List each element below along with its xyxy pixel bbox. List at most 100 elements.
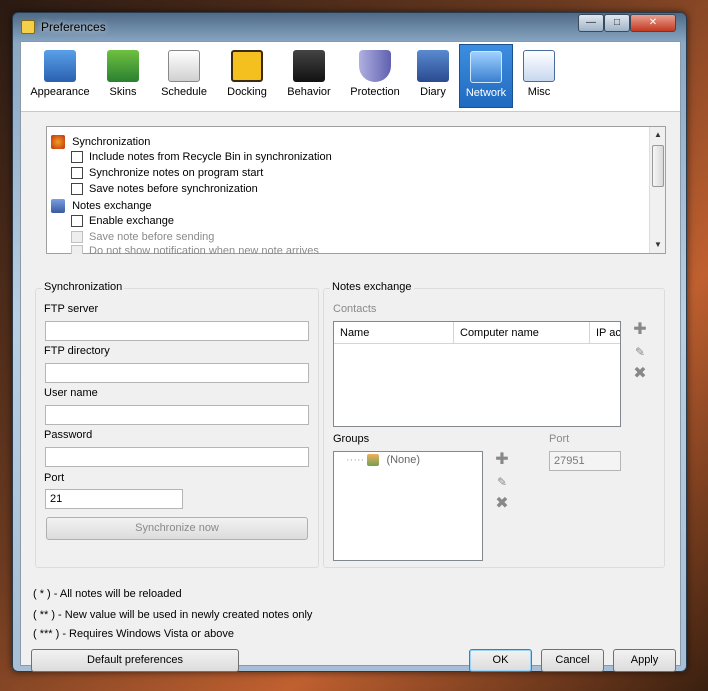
- panel-title: Synchronization: [42, 281, 125, 293]
- scroll-thumb[interactable]: [652, 145, 664, 187]
- titlebar[interactable]: Preferences — □ ✕: [13, 13, 686, 41]
- option-label: Include notes from Recycle Bin in synchr…: [89, 151, 332, 163]
- option-include-recycle-bin[interactable]: Include notes from Recycle Bin in synchr…: [71, 151, 332, 167]
- group-label: Synchronization: [72, 135, 151, 148]
- protection-icon: [359, 50, 391, 82]
- add-group-icon[interactable]: ✚: [493, 451, 511, 469]
- password-input[interactable]: [45, 447, 309, 467]
- window-title: Preferences: [41, 20, 106, 34]
- contacts-header: Name Computer name IP ac: [334, 322, 620, 344]
- appearance-icon: [44, 50, 76, 82]
- footnote-new-notes: ( ** ) - New value will be used in newly…: [33, 609, 313, 621]
- tab-diary[interactable]: Diary: [413, 44, 453, 108]
- tab-label: Behavior: [287, 86, 331, 98]
- checkbox[interactable]: [71, 183, 83, 196]
- app-note-icon: [21, 20, 35, 34]
- exchange-port-label: Port: [549, 433, 570, 445]
- close-button[interactable]: ✕: [630, 14, 676, 32]
- group-synchronization: Synchronization: [51, 135, 150, 151]
- tree-connector: ·····: [346, 454, 365, 466]
- column-ip-address[interactable]: IP ac: [590, 322, 620, 344]
- tab-label: Network: [465, 87, 507, 99]
- tab-skins[interactable]: Skins: [97, 44, 149, 108]
- column-name[interactable]: Name: [334, 322, 454, 344]
- checkbox[interactable]: [71, 215, 83, 228]
- ftp-directory-label: FTP directory: [44, 345, 110, 357]
- groups-label: Groups: [333, 433, 370, 445]
- delete-contact-icon[interactable]: ✖: [631, 365, 649, 383]
- tab-schedule[interactable]: Schedule: [155, 44, 213, 108]
- default-preferences-button[interactable]: Default preferences: [31, 649, 239, 672]
- contacts-list[interactable]: Name Computer name IP ac: [333, 321, 621, 427]
- option-label: Save notes before synchronization: [89, 183, 258, 195]
- misc-icon: [523, 50, 555, 82]
- preferences-window: Preferences — □ ✕ Appearance Skins Sched…: [12, 12, 687, 672]
- tab-label: Docking: [227, 86, 267, 98]
- option-no-notification: Do not show notification when new note a…: [71, 245, 319, 254]
- scroll-up-arrow-icon[interactable]: ▲: [650, 127, 666, 143]
- user-name-label: User name: [44, 387, 98, 399]
- option-enable-exchange[interactable]: Enable exchange: [71, 215, 174, 231]
- diary-icon: [417, 50, 449, 82]
- ftp-server-label: FTP server: [44, 303, 99, 315]
- footnote-vista: ( *** ) - Requires Windows Vista or abov…: [33, 628, 234, 640]
- group-label: Notes exchange: [72, 199, 152, 212]
- tab-label: Diary: [420, 86, 446, 98]
- contacts-label: Contacts: [333, 303, 377, 315]
- user-name-input[interactable]: [45, 405, 309, 425]
- tab-label: Skins: [109, 86, 137, 98]
- tab-network[interactable]: Network: [459, 44, 513, 108]
- password-label: Password: [44, 429, 93, 441]
- people-group-icon: [367, 454, 380, 467]
- add-contact-icon[interactable]: ✚: [631, 321, 649, 339]
- port-label: Port: [44, 472, 65, 484]
- minimize-button[interactable]: —: [578, 14, 604, 32]
- delete-group-icon[interactable]: ✖: [493, 495, 511, 513]
- checkbox: [71, 231, 83, 244]
- synchronize-now-button[interactable]: Synchronize now: [46, 517, 308, 540]
- option-label: Synchronize notes on program start: [89, 167, 264, 179]
- column-computer-name[interactable]: Computer name: [454, 322, 590, 344]
- tab-label: Protection: [350, 86, 400, 98]
- exchange-port-input[interactable]: [549, 451, 621, 471]
- option-label: Save note before sending: [89, 231, 215, 243]
- edit-group-icon[interactable]: ✎: [493, 473, 511, 491]
- group-notes-exchange: Notes exchange: [51, 199, 152, 215]
- option-label: Do not show notification when new note a…: [89, 245, 319, 254]
- edit-contact-icon[interactable]: ✎: [631, 343, 649, 361]
- tab-appearance[interactable]: Appearance: [29, 44, 91, 108]
- skins-icon: [107, 50, 139, 82]
- group-none-item[interactable]: ····· (None): [346, 454, 421, 467]
- option-save-before-sync[interactable]: Save notes before synchronization: [71, 183, 258, 199]
- tab-docking[interactable]: Docking: [219, 44, 275, 108]
- tab-label: Schedule: [161, 86, 207, 98]
- apply-button[interactable]: Apply: [613, 649, 676, 672]
- groups-tree[interactable]: ····· (None): [333, 451, 483, 561]
- exchange-group-icon: [51, 199, 65, 213]
- group-none-label: (None): [386, 454, 421, 466]
- footnote-reload: ( * ) - All notes will be reloaded: [33, 588, 182, 600]
- category-toolbar: Appearance Skins Schedule Docking Behavi…: [21, 42, 680, 112]
- ftp-port-input[interactable]: [45, 489, 183, 509]
- checkbox[interactable]: [71, 167, 83, 180]
- cancel-button[interactable]: Cancel: [541, 649, 604, 672]
- sync-group-icon: [51, 135, 65, 149]
- ftp-directory-input[interactable]: [45, 363, 309, 383]
- notes-exchange-panel: Notes exchange Contacts Name Computer na…: [323, 281, 665, 568]
- tab-label: Misc: [527, 86, 551, 98]
- option-sync-on-start[interactable]: Synchronize notes on program start: [71, 167, 263, 183]
- maximize-button[interactable]: □: [604, 14, 630, 32]
- synchronization-panel: Synchronization FTP server FTP directory…: [35, 281, 319, 568]
- tab-misc[interactable]: Misc: [519, 44, 559, 108]
- ok-button[interactable]: OK: [469, 649, 532, 672]
- options-list[interactable]: Synchronization Include notes from Recyc…: [46, 126, 666, 254]
- ftp-server-input[interactable]: [45, 321, 309, 341]
- behavior-icon: [293, 50, 325, 82]
- checkbox: [71, 245, 83, 254]
- scroll-down-arrow-icon[interactable]: ▼: [650, 237, 666, 253]
- tab-behavior[interactable]: Behavior: [281, 44, 337, 108]
- checkbox[interactable]: [71, 151, 83, 164]
- tab-protection[interactable]: Protection: [343, 44, 407, 108]
- options-scrollbar[interactable]: ▲ ▼: [649, 127, 665, 253]
- tab-label: Appearance: [30, 86, 90, 98]
